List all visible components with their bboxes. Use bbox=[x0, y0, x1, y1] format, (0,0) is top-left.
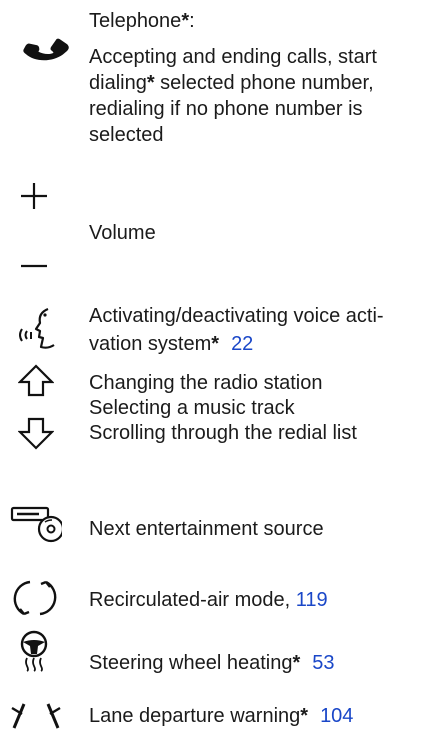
option-mark: * bbox=[292, 652, 301, 674]
page-link-119[interactable]: 119 bbox=[296, 589, 328, 611]
source-label: Next entertainment source bbox=[89, 518, 324, 540]
lane-label: Lane departure warning* 104 bbox=[89, 703, 353, 729]
lane-departure-icon bbox=[11, 703, 61, 729]
page-link-104[interactable]: 104 bbox=[320, 705, 353, 727]
page-link-53[interactable]: 53 bbox=[312, 652, 334, 674]
telephone-title-text: Telephone bbox=[89, 10, 182, 32]
recirculated-air-icon bbox=[13, 580, 57, 616]
telephone-desc-line1: Accepting and ending calls, start bbox=[89, 46, 377, 68]
volume-label: Volume bbox=[89, 222, 156, 244]
recirc-label-text: Recirculated-air mode, bbox=[89, 589, 296, 611]
plus-icon bbox=[21, 183, 47, 209]
option-mark: * bbox=[211, 333, 220, 355]
voice-line2: vation system* 22 bbox=[89, 331, 253, 357]
telephone-desc-dialing: dialing bbox=[89, 72, 147, 94]
entertainment-source-icon bbox=[10, 506, 62, 543]
arrows-line2: Selecting a music track bbox=[89, 397, 295, 419]
option-mark: * bbox=[300, 705, 309, 727]
colon: : bbox=[189, 10, 195, 32]
steering-wheel-heating-icon bbox=[20, 630, 48, 672]
arrow-down-outline-icon bbox=[18, 417, 54, 450]
arrow-up-outline-icon bbox=[18, 364, 54, 397]
option-mark: * bbox=[181, 10, 190, 32]
page-link-22[interactable]: 22 bbox=[231, 333, 253, 355]
phone-handset-icon bbox=[23, 38, 69, 61]
option-mark: * bbox=[146, 72, 155, 94]
telephone-desc-line2: dialing* selected phone number, bbox=[89, 70, 374, 96]
voice-command-icon bbox=[19, 307, 55, 349]
lane-label-text: Lane departure warning bbox=[89, 705, 301, 727]
heating-label: Steering wheel heating* 53 bbox=[89, 650, 335, 676]
telephone-desc-line4: selected bbox=[89, 124, 164, 146]
telephone-desc-line3: redialing if no phone number is bbox=[89, 98, 363, 120]
manual-page: { "telephone": { "title": "Telephone", "… bbox=[0, 0, 440, 744]
minus-icon bbox=[21, 264, 47, 268]
arrows-line1: Changing the radio station bbox=[89, 372, 323, 394]
recirc-label: Recirculated-air mode, 119 bbox=[89, 587, 328, 613]
voice-line1: Activating/deactivating voice acti- bbox=[89, 305, 384, 327]
telephone-title: Telephone*: bbox=[89, 8, 195, 34]
voice-line2-text: vation system bbox=[89, 333, 212, 355]
arrows-line3: Scrolling through the redial list bbox=[89, 422, 357, 444]
heating-label-text: Steering wheel heating bbox=[89, 652, 293, 674]
telephone-desc-number: selected phone number, bbox=[154, 72, 374, 94]
